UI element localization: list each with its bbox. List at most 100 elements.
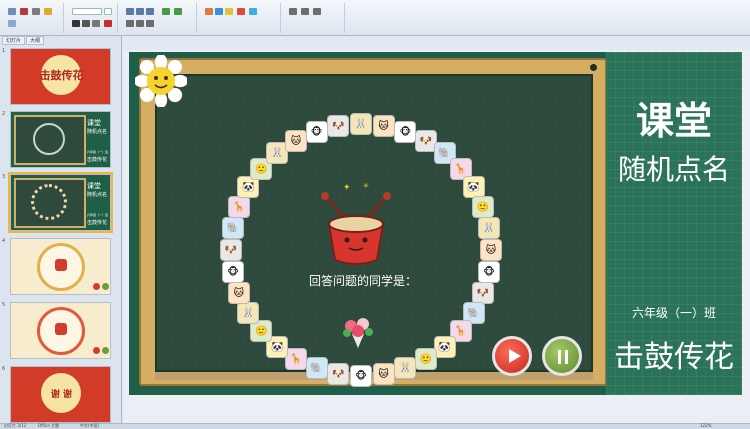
student-avatar-icon: 🐶 <box>327 114 350 137</box>
pause-button[interactable] <box>542 336 582 376</box>
answer-label: 回答问题的同学是： <box>309 274 418 288</box>
format-painter-icon[interactable] <box>44 8 52 15</box>
bottom-title: 击鼓传花 <box>614 340 734 375</box>
theme-name: Office 主题 <box>38 423 59 428</box>
student-avatar-icon: 🐵 <box>305 120 328 143</box>
student-avatar-icon: 🐼 <box>462 176 485 198</box>
svg-text:✦: ✦ <box>343 183 351 193</box>
font-group <box>68 3 118 33</box>
student-avatar-icon: 🐰 <box>478 217 501 240</box>
student-avatar-icon: 🐱 <box>372 363 395 386</box>
paragraph-group <box>122 3 197 33</box>
student-avatar-icon: 🐶 <box>327 363 350 386</box>
slide-title: 课堂 <box>635 99 712 143</box>
slide-pane: 幻灯片 大纲 击鼓传花 1 课堂 随机点名 六年级（一）班 击鼓传花 2 课堂 … <box>0 36 122 423</box>
copy-icon[interactable] <box>32 8 40 15</box>
flower-bouquet-icon[interactable] <box>339 314 377 348</box>
paste-icon[interactable] <box>8 8 16 15</box>
bold-icon[interactable] <box>72 20 80 27</box>
arrange-icon[interactable] <box>215 8 223 15</box>
student-avatar-icon: 🐶 <box>220 239 242 261</box>
current-slide[interactable]: 🐰 🐱 🐵 🐶 🐘 🦒 🐼 🙂 🐰 🐱 🐵 🐶 🐘 🦒 🐼 🙂 🐰 🐱 🐵 🐶 🐘 🦒 🐼 🙂 🐰 🐱 🐵 🐶 🐘 🦒 🐼 🙂 🐰 🐱 🐵 🐶 ✦ ✳… <box>129 52 742 395</box>
pause-icon <box>558 350 568 364</box>
thumbnail-title: 谢 谢 <box>50 390 73 400</box>
status-bar: 幻灯片 3/12 Office 主题 中文(中国) 122% <box>0 423 750 429</box>
thumbnail-subtitle: 随机点名 <box>87 129 108 135</box>
shapes-icon[interactable] <box>205 8 213 15</box>
new-slide-icon[interactable] <box>8 20 16 27</box>
quick-styles-icon[interactable] <box>225 8 233 15</box>
play-button[interactable] <box>492 336 532 376</box>
tab-slides[interactable]: 幻灯片 <box>2 36 26 45</box>
thumbnail-subtitle: 随机点名 <box>87 192 108 198</box>
slide-number: 3 <box>2 174 6 180</box>
slide-number: 6 <box>2 366 6 372</box>
font-name-select[interactable] <box>72 8 102 15</box>
align-left-icon[interactable] <box>126 20 134 27</box>
select-icon[interactable] <box>313 8 321 15</box>
font-color-icon[interactable] <box>104 20 112 27</box>
cut-icon[interactable] <box>20 8 28 15</box>
slide-thumbnail-5[interactable] <box>10 302 111 359</box>
student-avatar-icon: 🐱 <box>227 282 250 305</box>
shape-outline-icon[interactable] <box>249 8 257 15</box>
align-center-icon[interactable] <box>136 20 144 27</box>
slide-thumbnail-4[interactable] <box>10 238 111 295</box>
editing-group <box>285 3 345 33</box>
slide-info: 幻灯片 3/12 <box>4 423 27 428</box>
student-avatar-icon: 🐵 <box>350 365 372 387</box>
student-avatar-icon: 🦒 <box>285 348 307 371</box>
slide-thumbnail-2[interactable]: 课堂 随机点名 六年级（一）班 击鼓传花 <box>10 111 111 168</box>
drawing-group <box>201 3 281 33</box>
student-avatar-icon: 🐱 <box>480 239 502 261</box>
ribbon-toolbar <box>0 0 750 36</box>
student-avatar-icon: 🐵 <box>394 120 417 143</box>
smartart-icon[interactable] <box>174 8 182 15</box>
thumbnail-bottom-title: 击鼓传花 <box>87 220 108 226</box>
student-avatar-icon: 🐘 <box>305 357 328 380</box>
slide-subtitle: 随机点名 <box>617 153 730 186</box>
student-avatar-icon: 🙂 <box>415 348 437 371</box>
class-label: 六年级（一）班 <box>631 306 716 320</box>
slide-number: 4 <box>2 238 6 244</box>
align-right-icon[interactable] <box>146 20 154 27</box>
numbering-icon[interactable] <box>136 8 144 15</box>
bullets-icon[interactable] <box>126 8 134 15</box>
student-avatar-icon: 🙂 <box>472 195 495 218</box>
slide-number: 5 <box>2 302 6 308</box>
zoom-level[interactable]: 122% <box>700 423 711 428</box>
student-avatar-icon: 🐰 <box>350 113 372 135</box>
thumbnail-title: 课堂 <box>87 119 101 127</box>
font-size-select[interactable] <box>104 8 112 15</box>
student-avatar-icon: 🐶 <box>472 282 495 305</box>
student-avatar-icon: 🐵 <box>221 260 244 283</box>
pane-tabs: 幻灯片 大纲 <box>2 36 120 45</box>
thumbnail-class: 六年级（一）班 <box>87 150 109 154</box>
tab-outline[interactable]: 大纲 <box>26 36 45 45</box>
play-icon <box>509 349 521 363</box>
slide-thumbnail-6[interactable]: 谢 谢 <box>10 366 111 423</box>
title-panel: 课堂 随机点名 六年级（一）班 击鼓传花 <box>606 52 742 395</box>
underline-icon[interactable] <box>92 20 100 27</box>
thumbnail-bottom-title: 击鼓传花 <box>87 157 108 163</box>
italic-icon[interactable] <box>82 20 90 27</box>
find-icon[interactable] <box>289 8 297 15</box>
text-direction-icon[interactable] <box>162 8 170 15</box>
student-avatar-icon: 🐱 <box>285 129 307 152</box>
slide-thumbnail-1[interactable]: 击鼓传花 <box>10 48 111 105</box>
indent-icon[interactable] <box>146 8 154 15</box>
drum-icon[interactable]: ✦ ✳ <box>313 178 399 268</box>
slide-number: 2 <box>2 111 6 117</box>
thumbnail-class: 六年级（一）班 <box>87 213 109 217</box>
student-avatar-icon: 🐱 <box>372 114 395 137</box>
svg-text:✳: ✳ <box>363 182 369 190</box>
shape-fill-icon[interactable] <box>237 8 245 15</box>
replace-icon[interactable] <box>301 8 309 15</box>
thumbnail-title: 课堂 <box>87 182 101 190</box>
student-avatar-icon: 🐰 <box>237 302 260 324</box>
slide-number: 1 <box>2 48 6 54</box>
clipboard-group <box>4 3 64 33</box>
thumbnail-title: 击鼓传花 <box>39 69 84 82</box>
ruler <box>123 36 750 50</box>
slide-thumbnail-3[interactable]: 课堂 随机点名 六年级（一）班 击鼓传花 <box>8 172 113 233</box>
